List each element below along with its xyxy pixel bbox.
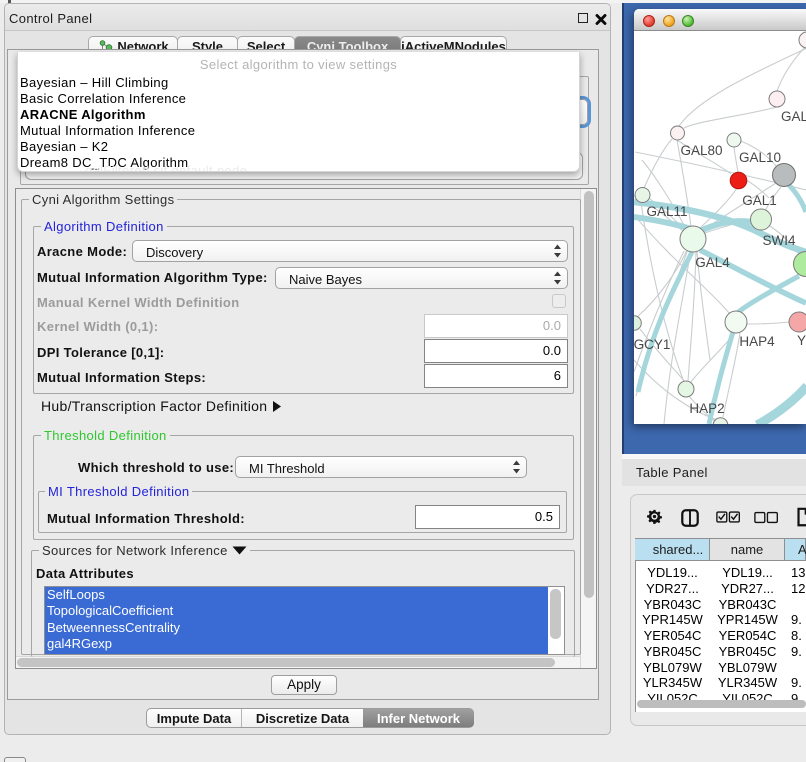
svg-text:GAL4: GAL4 — [695, 255, 730, 270]
svg-text:GAL7: GAL7 — [781, 109, 806, 124]
svg-text:YEL: YEL — [797, 333, 806, 348]
svg-text:GCY1: GCY1 — [634, 337, 670, 352]
svg-text:SWI4: SWI4 — [762, 233, 795, 248]
svg-text:GAL80: GAL80 — [680, 143, 722, 158]
svg-text:GAL1: GAL1 — [742, 193, 777, 208]
svg-text:GAL10: GAL10 — [739, 150, 781, 165]
svg-text:HAP4: HAP4 — [739, 334, 775, 349]
svg-text:HAP2: HAP2 — [689, 401, 724, 416]
svg-text:GAL11: GAL11 — [646, 204, 687, 219]
